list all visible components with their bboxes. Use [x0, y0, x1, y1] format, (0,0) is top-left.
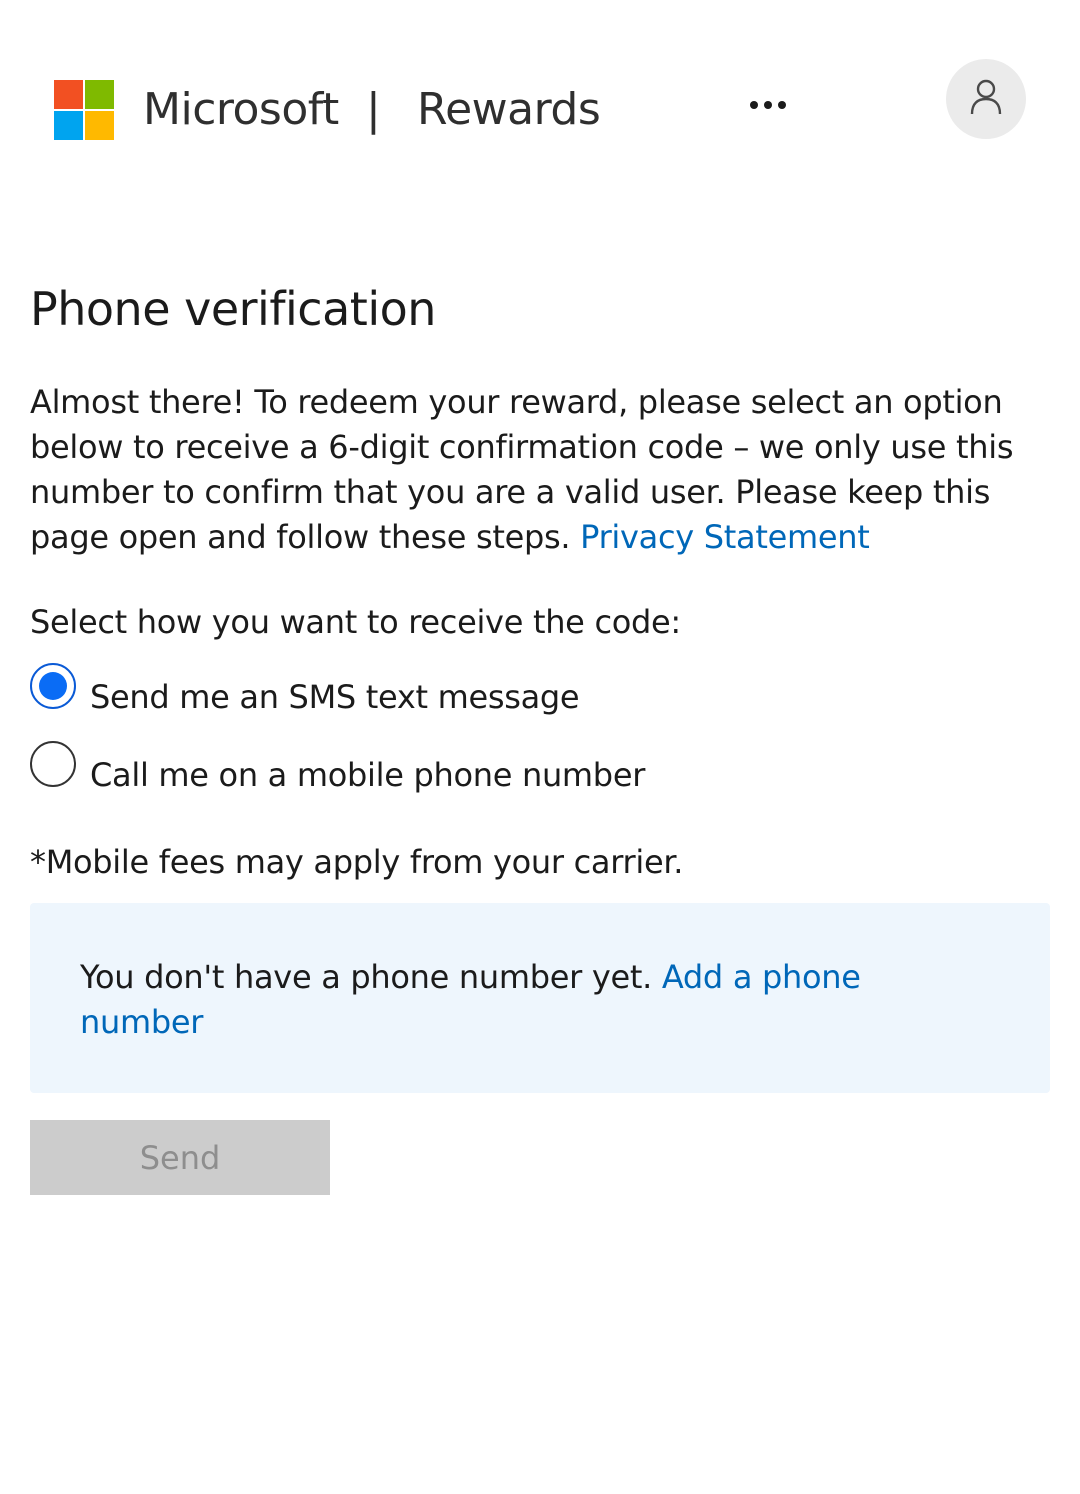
sms-radio-label[interactable]: Send me an SMS text message [90, 675, 580, 720]
intro-text: Almost there! To redeem your reward, ple… [30, 380, 1060, 560]
logo-square-red [54, 80, 83, 109]
sms-radio[interactable] [30, 663, 76, 709]
option-sms[interactable]: Send me an SMS text message [30, 663, 830, 723]
product-name[interactable]: Rewards [417, 84, 601, 135]
microsoft-logo-icon[interactable] [54, 80, 114, 140]
person-icon [970, 79, 1002, 115]
send-button[interactable]: Send [30, 1120, 330, 1195]
mobile-fees-note: *Mobile fees may apply from your carrier… [30, 843, 684, 881]
option-call[interactable]: Call me on a mobile phone number [30, 741, 830, 801]
header: Microsoft | Rewards [0, 0, 1080, 200]
header-divider: | [366, 84, 381, 135]
logo-square-blue [54, 111, 83, 140]
no-phone-notice: You don't have a phone number yet. Add a… [30, 903, 1050, 1093]
privacy-statement-link[interactable]: Privacy Statement [580, 518, 870, 556]
brand-name[interactable]: Microsoft [143, 84, 339, 135]
logo-square-yellow [85, 111, 114, 140]
more-dots-icon[interactable] [745, 88, 795, 124]
logo-square-green [85, 80, 114, 109]
page-title: Phone verification [30, 282, 436, 336]
delivery-prompt: Select how you want to receive the code: [30, 603, 681, 641]
notice-message: You don't have a phone number yet. [80, 958, 653, 996]
account-avatar-button[interactable] [946, 59, 1026, 139]
call-radio-label[interactable]: Call me on a mobile phone number [90, 753, 645, 798]
call-radio[interactable] [30, 741, 76, 787]
notice-text: You don't have a phone number yet. Add a… [80, 955, 980, 1045]
